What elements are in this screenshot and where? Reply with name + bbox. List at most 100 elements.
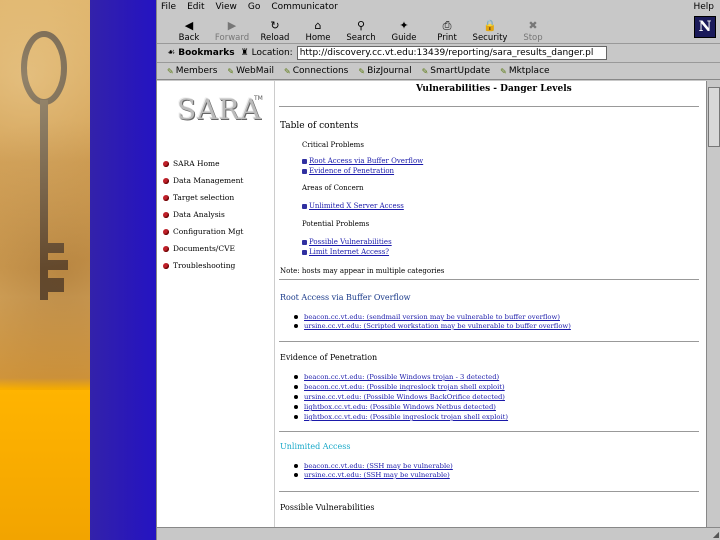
toc-link-text: Limit Internet Access? bbox=[309, 248, 390, 256]
section-item[interactable]: beacon.cc.vt.edu: (Possible Windows troj… bbox=[294, 373, 499, 381]
red-bullet-icon bbox=[163, 211, 169, 218]
personal-link-label: Connections bbox=[292, 66, 349, 76]
toc-link-root-access[interactable]: Root Access via Buffer Overflow bbox=[302, 157, 423, 165]
back-button[interactable]: ◀ Back bbox=[169, 19, 209, 44]
search-button[interactable]: ⚲ Search bbox=[341, 19, 381, 44]
toc-title: Table of contents bbox=[280, 121, 359, 131]
menu-edit[interactable]: Edit bbox=[187, 2, 204, 12]
section-item[interactable]: beacon.cc.vt.edu: (sendmail version may … bbox=[294, 313, 560, 321]
section-item[interactable]: beacon.cc.vt.edu: (Possible ingreslock t… bbox=[294, 383, 505, 391]
section-item[interactable]: ursine.cc.vt.edu: (Scripted workstation … bbox=[294, 322, 571, 330]
slide-background bbox=[0, 0, 90, 540]
bullet-icon bbox=[294, 473, 298, 477]
toc-link-x-server[interactable]: Unlimited X Server Access bbox=[302, 202, 404, 210]
toolbar-label: Reload bbox=[260, 33, 290, 43]
bookmark-pen-icon: ✎ bbox=[167, 66, 174, 76]
section-item-text: ursine.cc.vt.edu: (Possible Windows Back… bbox=[304, 393, 505, 401]
guide-button[interactable]: ✦ Guide bbox=[384, 20, 424, 44]
section-item[interactable]: lightbox.cc.vt.edu: (Possible Windows Ne… bbox=[294, 403, 496, 411]
personal-link-mktplace[interactable]: ✎ Mktplace bbox=[500, 66, 549, 76]
menu-bar: File Edit View Go Communicator Help bbox=[157, 0, 720, 14]
section-item[interactable]: lightbox.cc.vt.edu: (Possible ingreslock… bbox=[294, 413, 508, 421]
section-item[interactable]: beacon.cc.vt.edu: (SSH may be vulnerable… bbox=[294, 462, 453, 470]
red-bullet-icon bbox=[163, 177, 169, 184]
section-heading-penetration: Evidence of Penetration bbox=[280, 353, 378, 362]
reload-icon: ↻ bbox=[270, 19, 280, 32]
divider bbox=[279, 279, 699, 280]
menu-file[interactable]: File bbox=[161, 2, 176, 12]
toolbar-label: Print bbox=[437, 33, 457, 43]
section-item[interactable]: ursine.cc.vt.edu: (SSH may be vulnerable… bbox=[294, 471, 450, 479]
bookmark-pen-icon: ✎ bbox=[284, 66, 291, 76]
personal-link-smartupdate[interactable]: ✎ SmartUpdate bbox=[422, 66, 491, 76]
search-icon: ⚲ bbox=[356, 19, 366, 32]
menu-go[interactable]: Go bbox=[248, 2, 260, 12]
menu-help[interactable]: Help bbox=[693, 2, 714, 12]
main-report-frame: Vulnerabilities - Danger Levels Table of… bbox=[276, 81, 706, 527]
divider bbox=[279, 491, 699, 492]
toolbar-label: Guide bbox=[391, 33, 417, 43]
side-nav-label: Troubleshooting bbox=[173, 261, 236, 270]
security-button[interactable]: 🔒 Security bbox=[470, 20, 510, 44]
location-bar: ☙ Bookmarks ♜ Location: http://discovery… bbox=[157, 44, 720, 63]
bookmark-icon: ☙ bbox=[167, 48, 179, 58]
personal-link-webmail[interactable]: ✎ WebMail bbox=[227, 66, 274, 76]
home-button[interactable]: ⌂ Home bbox=[298, 20, 338, 44]
section-item-text: lightbox.cc.vt.edu: (Possible ingreslock… bbox=[304, 413, 509, 421]
side-nav-label: Configuration Mgt bbox=[173, 227, 244, 236]
bookmark-pen-icon: ✎ bbox=[500, 66, 507, 76]
toc-link-internet-access[interactable]: Limit Internet Access? bbox=[302, 248, 389, 256]
toc-concern-heading: Areas of Concern bbox=[302, 184, 364, 192]
personal-link-label: WebMail bbox=[236, 66, 275, 76]
purple-sidebar-bar bbox=[90, 0, 156, 540]
side-nav-label: Target selection bbox=[173, 193, 235, 202]
side-nav-item[interactable]: Troubleshooting bbox=[163, 257, 243, 274]
resize-grip-icon[interactable]: ◢ bbox=[713, 530, 719, 539]
toc-critical-heading: Critical Problems bbox=[302, 141, 364, 149]
stop-button[interactable]: ✖ Stop bbox=[513, 20, 553, 44]
side-nav-item[interactable]: SARA Home bbox=[163, 155, 243, 172]
bookmark-pen-icon: ✎ bbox=[227, 66, 235, 76]
forward-button[interactable]: ▶ Forward bbox=[212, 20, 252, 44]
reload-button[interactable]: ↻ Reload bbox=[255, 19, 295, 44]
page-proxy-icon[interactable]: ♜ bbox=[241, 48, 252, 58]
toc-link-text: Root Access via Buffer Overflow bbox=[309, 157, 424, 165]
section-item-text: beacon.cc.vt.edu: (Possible Windows troj… bbox=[304, 373, 500, 381]
print-button[interactable]: ⎙ Print bbox=[427, 20, 467, 44]
bullet-icon bbox=[294, 324, 298, 328]
side-nav-label: Data Analysis bbox=[173, 210, 225, 219]
side-nav-label: SARA Home bbox=[173, 159, 220, 168]
back-arrow-icon: ◀ bbox=[184, 19, 194, 32]
page-title: Vulnerabilities - Danger Levels bbox=[416, 84, 572, 94]
menu-view[interactable]: View bbox=[216, 2, 237, 12]
scrollbar-thumb[interactable] bbox=[708, 87, 720, 147]
url-input[interactable]: http://discovery.cc.vt.edu:13439/reporti… bbox=[296, 46, 607, 60]
bullet-icon bbox=[294, 385, 298, 389]
bullet-icon bbox=[294, 395, 298, 399]
toolbar-label: Search bbox=[346, 33, 376, 43]
personal-link-members[interactable]: ✎ Members bbox=[167, 66, 217, 76]
section-item-text: beacon.cc.vt.edu: (SSH may be vulnerable… bbox=[304, 462, 453, 470]
side-nav-item[interactable]: Data Analysis bbox=[163, 206, 243, 223]
key-image bbox=[21, 31, 68, 300]
side-nav-list: SARA Home Data Management Target selection… bbox=[163, 155, 243, 274]
toc-link-penetration[interactable]: Evidence of Penetration bbox=[302, 167, 394, 175]
section-item[interactable]: ursine.cc.vt.edu: (Possible Windows Back… bbox=[294, 393, 505, 401]
bookmarks-button[interactable]: ☙ Bookmarks bbox=[167, 48, 235, 58]
toc-link-possible-vulns[interactable]: Possible Vulnerabilities bbox=[302, 238, 392, 246]
side-nav-item[interactable]: Configuration Mgt bbox=[163, 223, 243, 240]
personal-link-bizjournal[interactable]: ✎ BizJournal bbox=[358, 66, 411, 76]
bullet-icon bbox=[302, 203, 307, 209]
personal-link-connections[interactable]: ✎ Connections bbox=[284, 66, 348, 76]
side-nav-item[interactable]: Documents/CVE bbox=[163, 240, 243, 257]
netscape-logo-icon[interactable]: N bbox=[694, 16, 716, 38]
toolbar-label: Home bbox=[305, 33, 331, 43]
menu-communicator[interactable]: Communicator bbox=[271, 2, 337, 12]
personal-link-label: Members bbox=[175, 66, 218, 76]
section-heading-possible: Possible Vulnerabilities bbox=[280, 503, 375, 512]
side-nav-item[interactable]: Data Management bbox=[163, 172, 243, 189]
side-nav-item[interactable]: Target selection bbox=[163, 189, 243, 206]
divider bbox=[279, 341, 699, 342]
red-bullet-icon bbox=[163, 160, 169, 167]
vertical-scrollbar[interactable] bbox=[706, 81, 720, 527]
